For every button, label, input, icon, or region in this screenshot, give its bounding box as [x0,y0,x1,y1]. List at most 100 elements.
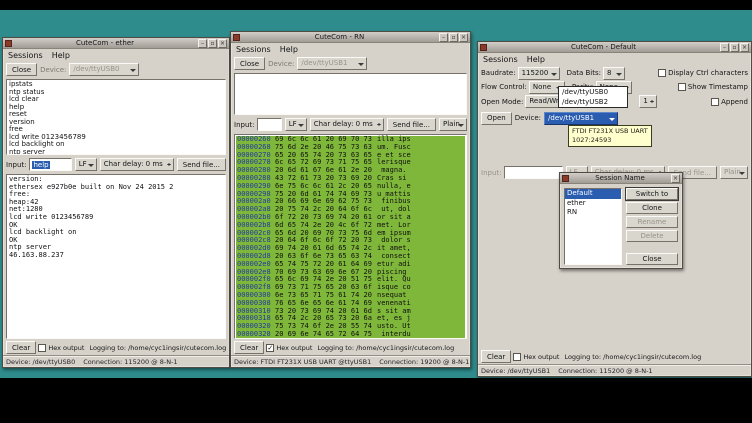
close-window-button[interactable]: × [459,33,468,42]
history-item[interactable]: help [9,104,223,112]
dialog-titlebar[interactable]: Session Name × [560,173,682,184]
history-item[interactable]: reset [9,111,223,119]
minimize-button[interactable]: – [720,43,729,52]
send-file-button[interactable]: Send file... [177,158,226,171]
close-connection-button[interactable]: Close [234,57,265,70]
clear-button[interactable]: Clear [6,341,36,354]
output-line: 46.163.88.237 [9,252,223,260]
logging-to-label[interactable]: Logging to: /home/cyc1ingsir/cutecom.log [317,344,454,352]
close-window-button[interactable]: × [671,174,680,183]
baudrate-combo[interactable]: 115200 [518,67,560,80]
hex-output-label: Hex output [523,353,559,361]
device-combo[interactable]: /dev/ttyUSB0 [69,63,139,76]
hex-output-area[interactable]: 00000260 69 6c 6c 61 20 69 70 73 illa ip… [234,134,467,339]
device-combo-selected[interactable]: /dev/ttyUSB1 [544,112,618,125]
clear-button[interactable]: Clear [234,341,264,354]
device-row: Close Device: /dev/ttyUSB0 [3,61,229,78]
close-window-button[interactable]: × [740,43,749,52]
session-list-item[interactable]: Default [565,189,621,199]
maximize-button[interactable]: ▫ [208,39,217,48]
maximize-button[interactable]: ▫ [730,43,739,52]
session-list-item[interactable]: RN [565,208,621,218]
history-item[interactable]: lcd clear [9,96,223,104]
hex-output-checkbox[interactable] [38,344,46,352]
dialog-button[interactable]: Rename [626,216,678,228]
status-device: Device: FTDI FT231X USB UART @ttyUSB1 [234,358,371,366]
minimize-button[interactable]: – [439,33,448,42]
menubar: Sessions Help [3,49,229,61]
session-list[interactable]: DefaultetherRN [564,188,622,265]
app-icon [5,40,12,47]
status-connection: Connection: 115200 @ 8-N-1 [83,358,177,366]
input-row: Input: help LF Char delay: 0 ms Send fil… [3,156,229,173]
menu-help[interactable]: Help [527,54,545,65]
tooltip-line-1: FTDI FT231X USB UART [572,127,648,136]
window-title: CuteCom - RN [242,33,437,42]
open-connection-button[interactable]: Open [481,112,512,125]
command-history-list[interactable]: ipstatsntp statuslcd clearhelpresetversi… [6,79,226,155]
format-combo[interactable]: Plain [720,166,748,179]
input-label: Input: [481,169,501,177]
input-label: Input: [6,161,26,169]
databits-combo[interactable]: 8 [603,67,625,80]
input-field[interactable]: help [29,158,71,171]
session-list-item[interactable]: ether [565,199,621,209]
menu-help[interactable]: Help [280,44,298,55]
titlebar[interactable]: CuteCom - ether – ▫ × [3,38,229,49]
close-window-button[interactable]: × [218,39,227,48]
history-item[interactable]: ntp server [9,149,223,156]
display-ctrl-checkbox[interactable] [658,69,666,77]
history-item[interactable]: version [9,119,223,127]
command-history-list[interactable] [234,73,467,115]
window-title: CuteCom - ether [14,39,196,48]
dialog-button[interactable]: Close [626,253,678,265]
maximize-button[interactable]: ▫ [449,33,458,42]
baudrate-label: Baudrate: [481,69,516,77]
dialog-button[interactable]: Delete [626,230,678,242]
terminal-output[interactable]: version:ethersex e927b0e built on Nov 24… [6,174,226,339]
device-dropdown-list[interactable]: /dev/ttyUSB0/dev/ttyUSB2 [558,86,628,108]
window-cutecom-rn: CuteCom - RN – ▫ × Sessions Help Close D… [230,31,471,368]
device-dropdown-item[interactable]: /dev/ttyUSB2 [559,97,627,107]
menu-sessions[interactable]: Sessions [8,50,43,61]
status-bar: Device: /dev/ttyUSB0 Connection: 115200 … [3,355,229,367]
input-row: Input: LF Char delay: 0 ms Send file... … [231,116,470,133]
dialog-button[interactable]: Switch to [626,188,678,200]
dialog-button[interactable]: Clone [626,202,678,214]
status-device: Device: /dev/ttyUSB1 [481,367,550,375]
append-checkbox[interactable] [711,98,719,106]
char-delay-spinner[interactable]: Char delay: 0 ms [100,158,174,171]
show-timestamp-checkbox[interactable] [678,83,686,91]
hex-output-checkbox[interactable] [513,353,521,361]
logging-to-label[interactable]: Logging to: /home/cyc1ingsir/cutecom.log [564,353,701,361]
menu-help[interactable]: Help [52,50,70,61]
menu-sessions[interactable]: Sessions [236,44,271,55]
titlebar[interactable]: CuteCom - RN – ▫ × [231,32,470,43]
bottom-bar: Clear Hex output Logging to: /home/cyc1i… [478,349,751,364]
device-combo[interactable]: /dev/ttyUSB1 [297,57,367,70]
format-combo[interactable]: Plain [439,118,467,131]
bottom-bar: Clear Hex output Logging to: /home/cyc1i… [231,340,470,355]
open-device-row: Open Device: /dev/ttyUSB1 [478,110,751,126]
display-ctrl-label: Display Ctrl characters [668,69,748,77]
minimize-button[interactable]: – [198,39,207,48]
hex-output-checkbox[interactable] [266,344,274,352]
close-connection-button[interactable]: Close [6,63,37,76]
append-label: Append [721,98,748,106]
input-field[interactable] [504,166,562,179]
char-delay-spinner[interactable]: Char delay: 0 ms [310,118,384,131]
line-end-combo[interactable]: LF [75,158,97,171]
device-dropdown-item[interactable]: /dev/ttyUSB0 [559,87,627,97]
titlebar[interactable]: CuteCom - Default – ▫ × [478,42,751,53]
send-file-button[interactable]: Send file... [387,118,436,131]
device-row: Close Device: /dev/ttyUSB1 [231,55,470,72]
menu-sessions[interactable]: Sessions [483,54,518,65]
history-item[interactable]: ntp status [9,89,223,97]
clear-button[interactable]: Clear [481,350,511,363]
stop-bits-spinner[interactable]: 1 [639,95,657,108]
logging-to-label[interactable]: Logging to: /home/cyc1ingsir/cutecom.log [89,344,226,352]
line-end-combo[interactable]: LF [285,118,307,131]
input-field[interactable] [257,118,281,131]
tooltip-line-2: 1027:24593 [572,136,648,145]
screen: CuteCom - ether – ▫ × Sessions Help Clos… [0,0,752,423]
